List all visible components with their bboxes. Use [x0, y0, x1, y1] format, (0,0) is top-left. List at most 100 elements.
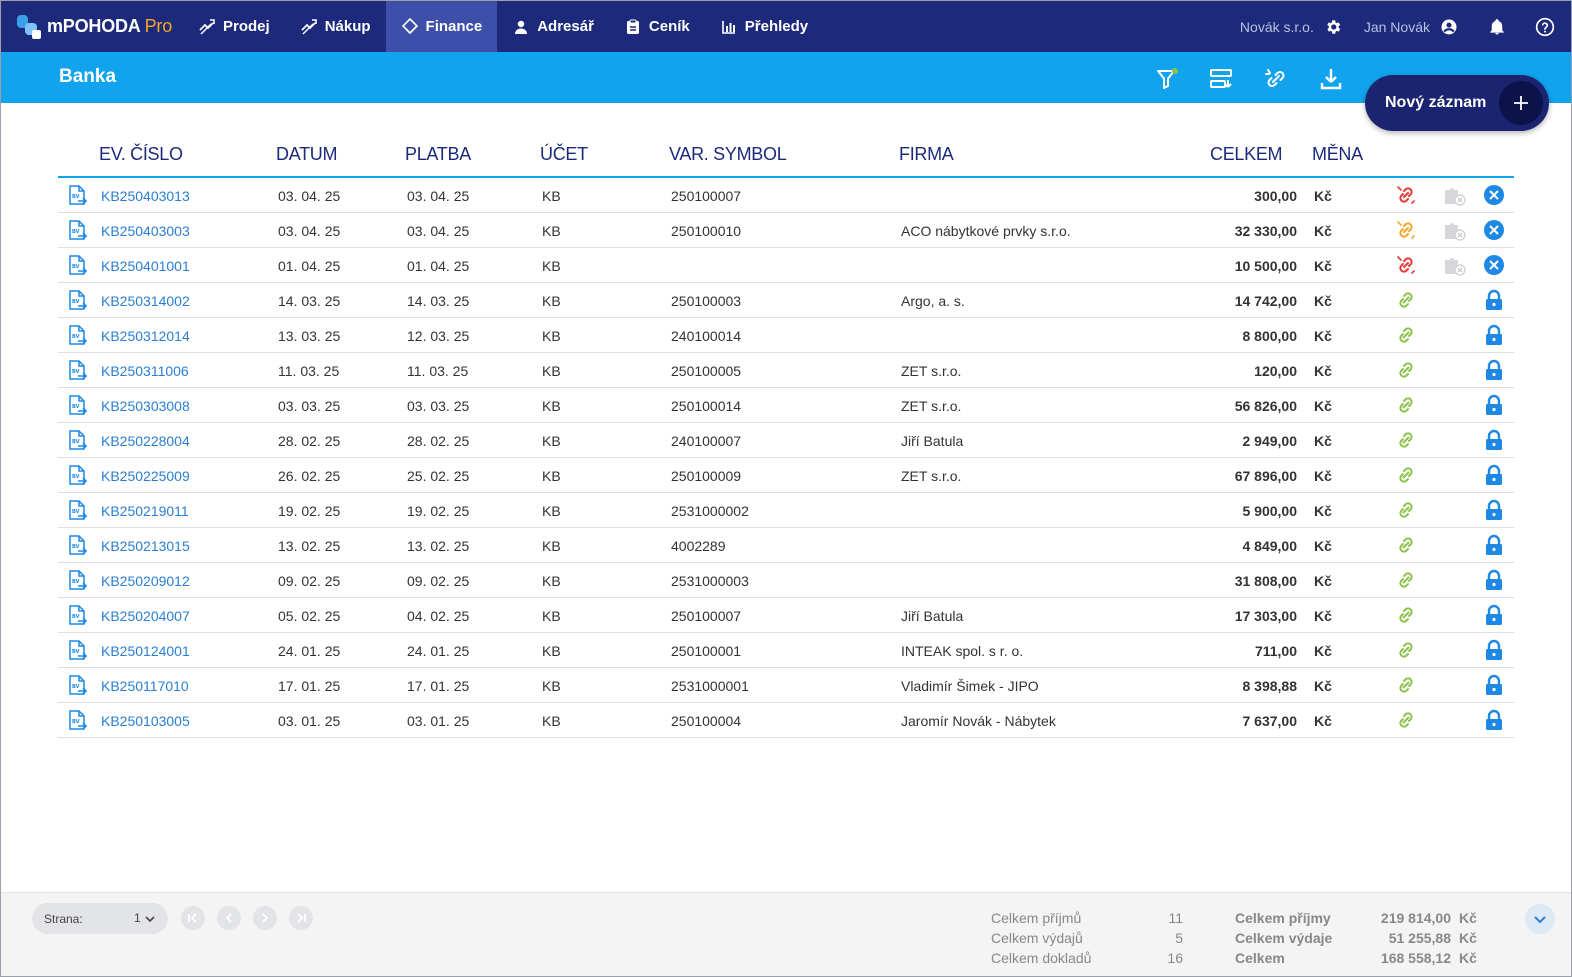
link-icon[interactable] — [1394, 324, 1418, 346]
link-icon[interactable] — [1394, 289, 1418, 311]
new-record-button[interactable]: Nový záznam — [1365, 75, 1549, 131]
next-page-button[interactable] — [253, 906, 277, 930]
table-row[interactable]: BV KB250311006 11. 03. 25 11. 03. 25 KB 25010… — [58, 353, 1514, 388]
gear-icon[interactable] — [1322, 16, 1344, 38]
ev-cislo-link[interactable]: KB250312014 — [101, 328, 190, 344]
ev-cislo-link[interactable]: KB250219011 — [101, 503, 189, 519]
expand-summary-button[interactable] — [1525, 904, 1555, 934]
table-row[interactable]: BV KB250209012 09. 02. 25 09. 02. 25 KB 25310… — [58, 563, 1514, 598]
ev-cislo-link[interactable]: KB250403013 — [101, 188, 190, 204]
nav-item-finance[interactable]: Finance — [385, 1, 498, 52]
link-icon[interactable] — [1394, 359, 1418, 381]
cancel-icon[interactable] — [1482, 254, 1506, 276]
table-row[interactable]: BV KB250204007 05. 02. 25 04. 02. 25 KB 25010… — [58, 598, 1514, 633]
lock-icon[interactable] — [1482, 324, 1506, 346]
company-name[interactable]: Novák s.r.o. — [1240, 19, 1314, 35]
help-icon[interactable] — [1534, 16, 1556, 38]
lock-icon[interactable] — [1482, 289, 1506, 311]
link-icon[interactable] — [1394, 674, 1418, 696]
ev-cislo-link[interactable]: KB250303008 — [101, 398, 190, 414]
nav-item-cenik[interactable]: Ceník — [609, 1, 705, 52]
svg-text:BV: BV — [72, 229, 80, 235]
page-selector[interactable]: Strana: 1 — [32, 903, 168, 934]
link-icon[interactable] — [1394, 604, 1418, 626]
table-row[interactable]: BV KB250312014 13. 03. 25 12. 03. 25 KB 24010… — [58, 318, 1514, 353]
ev-cislo-link[interactable]: KB250213015 — [101, 538, 190, 554]
table-row[interactable]: BV KB250303008 03. 03. 25 03. 03. 25 KB 25010… — [58, 388, 1514, 423]
ev-cislo-link[interactable]: KB250401001 — [101, 258, 190, 274]
table-row[interactable]: BV KB250403013 03. 04. 25 03. 04. 25 KB 25010… — [58, 178, 1514, 213]
lock-icon[interactable] — [1482, 639, 1506, 661]
table-row[interactable]: BV KB250228004 28. 02. 25 28. 02. 25 KB 24010… — [58, 423, 1514, 458]
col-ev-cislo[interactable]: EV. ČÍSLO — [99, 144, 183, 165]
nav-item-prehledy[interactable]: Přehledy — [705, 1, 823, 52]
link-icon[interactable] — [1394, 394, 1418, 416]
account-icon[interactable] — [1438, 16, 1460, 38]
col-firma[interactable]: FIRMA — [899, 144, 954, 165]
table-row[interactable]: BV KB250124001 24. 01. 25 24. 01. 25 KB 25010… — [58, 633, 1514, 668]
link-icon[interactable] — [1394, 709, 1418, 731]
nav-item-adresar[interactable]: Adresář — [497, 1, 609, 52]
lock-icon[interactable] — [1482, 604, 1506, 626]
link-icon[interactable] — [1394, 534, 1418, 556]
ev-cislo-link[interactable]: KB250311006 — [101, 363, 189, 379]
link-icon[interactable] — [1394, 429, 1418, 451]
link-icon[interactable] — [1394, 639, 1418, 661]
table-row[interactable]: BV KB250219011 19. 02. 25 19. 02. 25 KB 25310… — [58, 493, 1514, 528]
lock-icon[interactable] — [1482, 534, 1506, 556]
prev-page-button[interactable] — [217, 906, 241, 930]
lock-icon[interactable] — [1482, 429, 1506, 451]
transfer-icon[interactable] — [1208, 66, 1234, 92]
user-name[interactable]: Jan Novák — [1364, 19, 1430, 35]
nav-item-prodej[interactable]: Prodej — [183, 1, 285, 52]
first-page-button[interactable] — [181, 906, 205, 930]
bell-icon[interactable] — [1486, 16, 1508, 38]
col-var-symbol[interactable]: VAR. SYMBOL — [669, 144, 787, 165]
lock-icon[interactable] — [1482, 709, 1506, 731]
table-row[interactable]: BV KB250403003 03. 04. 25 03. 04. 25 KB 25010… — [58, 213, 1514, 248]
table-row[interactable]: BV KB250213015 13. 02. 25 13. 02. 25 KB 40022… — [58, 528, 1514, 563]
lock-icon[interactable] — [1482, 359, 1506, 381]
link-icon[interactable] — [1394, 464, 1418, 486]
lock-icon[interactable] — [1482, 499, 1506, 521]
ev-cislo-link[interactable]: KB250225009 — [101, 468, 190, 484]
ev-cislo-link[interactable]: KB250314002 — [101, 293, 190, 309]
link-icon[interactable] — [1394, 499, 1418, 521]
broken-link-icon[interactable] — [1394, 254, 1418, 276]
lock-icon[interactable] — [1482, 569, 1506, 591]
link-pair-icon[interactable] — [1263, 66, 1289, 92]
table-row[interactable]: BV KB250103005 03. 01. 25 03. 01. 25 KB 25010… — [58, 703, 1514, 738]
celkem-cell: 8 398,88 — [1242, 678, 1298, 694]
cancel-icon[interactable] — [1482, 219, 1506, 241]
ev-cislo-link[interactable]: KB250103005 — [101, 713, 190, 729]
broken-link-icon[interactable] — [1394, 219, 1418, 241]
table-row[interactable]: BV KB250401001 01. 04. 25 01. 04. 25 KB 10 50… — [58, 248, 1514, 283]
lock-icon[interactable] — [1482, 464, 1506, 486]
col-mena[interactable]: MĚNA — [1312, 144, 1363, 165]
lock-icon[interactable] — [1482, 674, 1506, 696]
ev-cislo-link[interactable]: KB250228004 — [101, 433, 190, 449]
ev-cislo-link[interactable]: KB250124001 — [101, 643, 190, 659]
last-page-button[interactable] — [289, 906, 313, 930]
filter-icon[interactable] — [1154, 66, 1180, 92]
lock-icon[interactable] — [1482, 394, 1506, 416]
table-row[interactable]: BV KB250225009 26. 02. 25 25. 02. 25 KB 25010… — [58, 458, 1514, 493]
link-icon[interactable] — [1394, 569, 1418, 591]
ev-cislo-link[interactable]: KB250204007 — [101, 608, 190, 624]
cancel-icon[interactable] — [1482, 184, 1506, 206]
col-platba[interactable]: PLATBA — [405, 144, 471, 165]
mena-cell: Kč — [1314, 643, 1332, 659]
broken-link-icon[interactable] — [1394, 184, 1418, 206]
table-row[interactable]: BV KB250117010 17. 01. 25 17. 01. 25 KB 25310… — [58, 668, 1514, 703]
nav-item-nakup[interactable]: Nákup — [285, 1, 386, 52]
app-logo[interactable]: mPOHODA Pro — [1, 1, 183, 52]
ev-cislo-link[interactable]: KB250209012 — [101, 573, 190, 589]
svg-text:BV: BV — [72, 439, 80, 445]
table-row[interactable]: BV KB250314002 14. 03. 25 14. 03. 25 KB 25010… — [58, 283, 1514, 318]
ev-cislo-link[interactable]: KB250117010 — [101, 678, 189, 694]
col-celkem[interactable]: CELKEM — [1210, 144, 1283, 165]
download-icon[interactable] — [1318, 66, 1344, 92]
col-ucet[interactable]: ÚČET — [540, 144, 588, 165]
col-datum[interactable]: DATUM — [276, 144, 337, 165]
ev-cislo-link[interactable]: KB250403003 — [101, 223, 190, 239]
